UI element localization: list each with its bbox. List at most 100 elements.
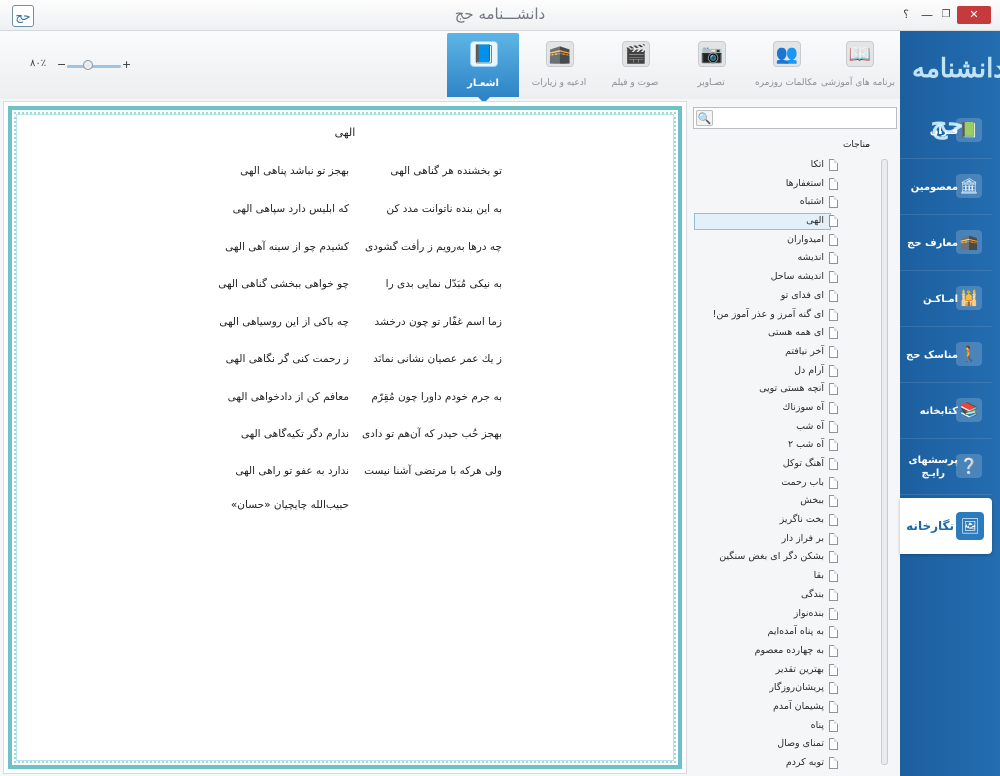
nav-label: کتابخانه (919, 405, 958, 417)
tree-item[interactable]: باب رحمت (690, 474, 878, 493)
tree-item-label: به چهارده معصوم (754, 644, 824, 656)
tree-item[interactable]: ببخش (690, 492, 878, 511)
shrine-icon: 🏛 (956, 174, 982, 198)
tab-audio-video[interactable]: 🎬 صوت و فیلم (599, 33, 671, 97)
search-icon[interactable]: 🔍 (696, 110, 713, 126)
nav-hajj-knowledge[interactable]: 🕋 معارف حج (900, 215, 992, 271)
tree-item[interactable]: بقا (690, 567, 878, 586)
close-button[interactable]: ✕ (957, 6, 991, 24)
nav-label: معصومین (910, 181, 958, 193)
tab-poems[interactable]: 📘 اشعـار (447, 33, 519, 103)
nav-places[interactable]: 🕌 امـاکـن (900, 271, 992, 327)
tab-label: تصـاویر (697, 78, 725, 88)
zoom-out-button[interactable]: − (57, 58, 66, 71)
tree-item[interactable]: استغفارها (690, 175, 878, 194)
tab-daily-conversations[interactable]: 👥 مکالمات روزمره (750, 33, 822, 97)
nav-hajj-rituals[interactable]: 🚶 مناسک حج (900, 327, 992, 383)
tree-item[interactable]: اندیشه (690, 249, 878, 268)
tree-item[interactable]: پریشان‌روزگار (690, 679, 878, 698)
tree-item[interactable]: تمنای وصال (690, 735, 878, 754)
tree-item-label: آنچه هستی تویی (759, 383, 824, 395)
tree-item[interactable]: توبه کردم (690, 754, 878, 773)
nav-library[interactable]: 📚 کتابخانه (900, 383, 992, 439)
document-icon (829, 607, 838, 620)
document-icon (829, 476, 838, 489)
tree-root-label: مناجات (842, 140, 870, 150)
tree-item[interactable]: پناه (690, 717, 878, 736)
poem-list: اتکا استغفارها اشتباه الهی امیدواران اندیشه ان… (690, 156, 878, 773)
list-scrollbar[interactable] (881, 159, 888, 765)
tree-item[interactable]: آه سوزناك (690, 399, 878, 418)
tree-item[interactable]: اندیشه ساحل (690, 268, 878, 287)
help-button[interactable]: ؟ (901, 6, 911, 24)
tree-item[interactable]: به چهارده معصوم (690, 642, 878, 661)
document-icon (829, 588, 838, 601)
tree-item-label: بنده‌نواز (793, 607, 824, 619)
zoom-slider[interactable] (67, 65, 121, 68)
books-icon: 📚 (956, 398, 982, 422)
brand-logo: دانشنامه حج (912, 54, 1000, 140)
open-book-icon: 📘 (470, 41, 498, 67)
tab-label: صوت و فیلم (611, 78, 659, 88)
tree-item[interactable]: بشکن دگر ای بغض سنگین (690, 548, 878, 567)
zoom-in-button[interactable]: + (122, 58, 131, 71)
document-icon (829, 271, 838, 284)
search-input[interactable] (716, 109, 894, 127)
tree-item-label: باب رحمت (781, 476, 824, 488)
nav-masoumin[interactable]: 🏛 معصومین (900, 159, 992, 215)
tree-item[interactable]: بر فراز دار (690, 530, 878, 549)
tab-images[interactable]: 📷 تصـاویر (675, 33, 747, 97)
scrollbar-thumb[interactable] (881, 159, 888, 765)
tree-item[interactable]: آه شب (690, 418, 878, 437)
kaaba-book-icon: 🕋 (956, 230, 982, 254)
search-box: 🔍 (693, 107, 897, 129)
tree-item[interactable]: بندگی (690, 586, 878, 605)
book-icon: 📖 (846, 41, 874, 67)
verse-first-hemistich: به این بنده ناتوانت مدد کن (386, 203, 502, 215)
document-icon (829, 401, 838, 414)
document-icon (829, 252, 838, 265)
tree-item[interactable]: آنچه هستی تویی (690, 380, 878, 399)
toolbar: 📖 برنامه های آموزشی 👥 مکالمات روزمره 📷 ت… (0, 31, 900, 103)
document-icon (829, 719, 838, 732)
camera-icon: 📷 (698, 41, 726, 67)
tree-item[interactable]: بهترین تقدیر (690, 661, 878, 680)
tree-item[interactable]: ای همه هستی (690, 324, 878, 343)
tree-item[interactable]: ای فدای تو (690, 287, 878, 306)
tree-item[interactable]: امیدواران (690, 231, 878, 250)
verse-first-hemistich: بهجز حُب حیدر که آن‌هم تو دادی (361, 428, 502, 440)
tab-prayers[interactable]: 🕋 ادعیه و زیارات (523, 33, 595, 97)
tree-item-label: پناه (810, 719, 824, 731)
minimize-button[interactable]: — (920, 6, 934, 24)
nav-label: نگارخانه (906, 518, 954, 533)
tree-item[interactable]: آهنگ توکل (690, 455, 878, 474)
tree-item[interactable]: اشتباه (690, 193, 878, 212)
zoom-slider-thumb[interactable] (83, 60, 93, 70)
document-icon (829, 159, 838, 171)
tree-item-label: ببخش (800, 495, 824, 507)
maximize-button[interactable]: ❐ (940, 6, 952, 24)
tree-item[interactable]: آرام دل (690, 362, 878, 381)
tab-educational-programs[interactable]: 📖 برنامه های آموزشی (821, 33, 895, 97)
tree-item[interactable]: اتکا (690, 156, 878, 175)
nav-quran[interactable]: 📗 قـرآن (900, 103, 992, 159)
verse-first-hemistich: چه درها به‌رویم ز رأفت گشودی (365, 241, 502, 253)
document-icon (829, 308, 838, 321)
tree-item[interactable]: ای گنه آمرز و عذر آموز من! (690, 306, 878, 325)
nav-faq[interactable]: ❔ پرسشهای رایـج (900, 439, 992, 495)
tree-item[interactable]: بنده‌نواز (690, 605, 878, 624)
tree-item[interactable]: به پناه آمده‌ایم (690, 623, 878, 642)
document-icon (829, 738, 838, 751)
tree-item[interactable]: بخت ناگریز (690, 511, 878, 530)
document-icon (829, 383, 838, 396)
tree-root-munajat[interactable]: ⌄ مناجات (820, 140, 900, 154)
tree-item[interactable]: آخر نیافتم (690, 343, 878, 362)
tree-item[interactable]: پشیمان آمدم (690, 698, 878, 717)
document-icon (829, 551, 838, 564)
tree-item-label: تمنای وصال (777, 738, 824, 750)
tree-item[interactable]: آه شب ۲ (690, 436, 878, 455)
tree-item[interactable]: الهی (690, 212, 878, 231)
document-icon (829, 700, 838, 713)
nav-gallery[interactable]: 🖼 نگارخانه (900, 498, 992, 554)
verse-first-hemistich: تو بخشنده هر گناهی الهی (390, 165, 502, 177)
